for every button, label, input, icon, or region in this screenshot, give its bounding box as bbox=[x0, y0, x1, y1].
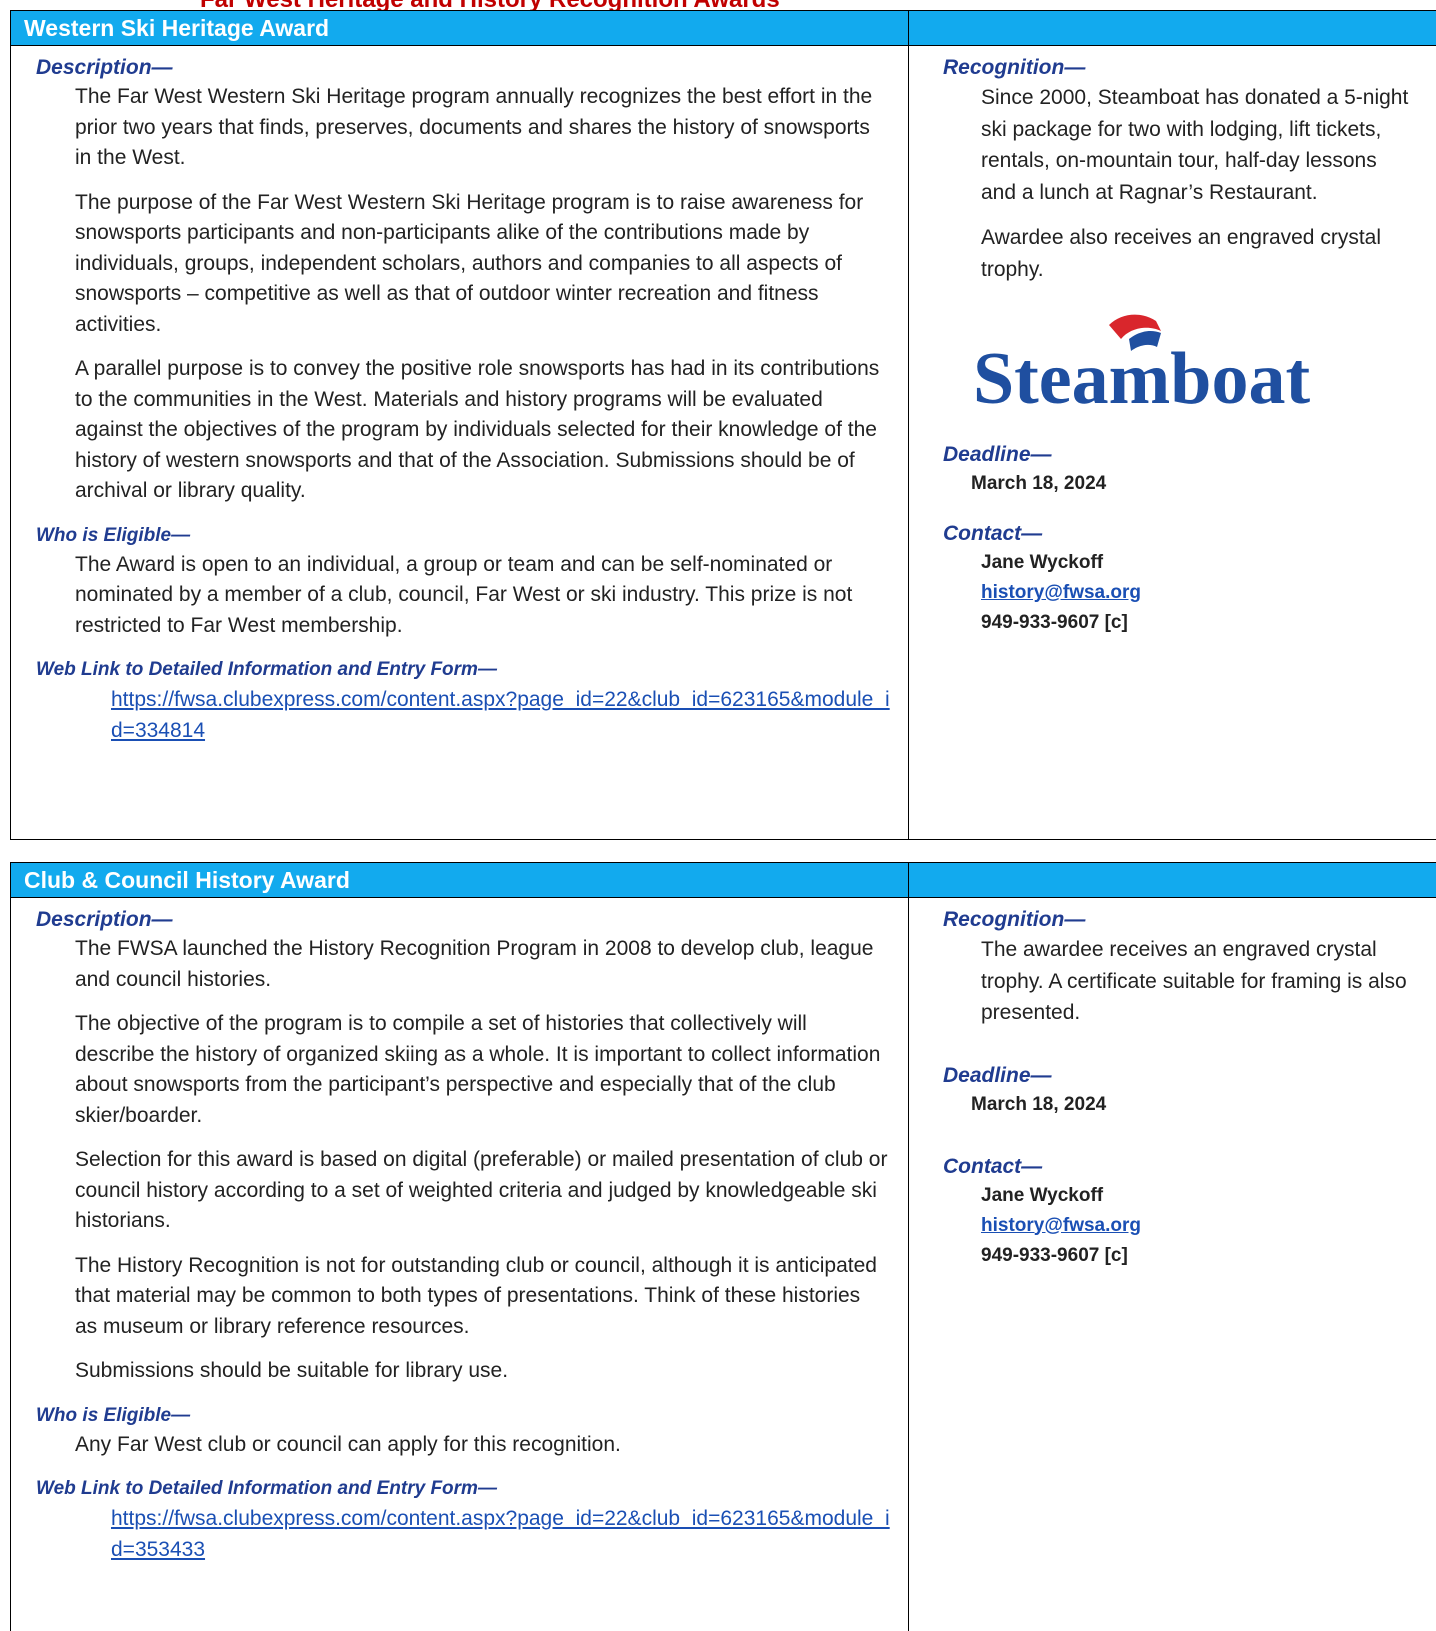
award-recognition-column: Recognition— The awardee receives an eng… bbox=[909, 898, 1436, 1631]
description-paragraph: The FWSA launched the History Recognitio… bbox=[75, 937, 874, 991]
entry-form-link[interactable]: https://fwsa.clubexpress.com/content.asp… bbox=[36, 1503, 891, 1565]
recognition-label: Recognition— bbox=[943, 908, 1086, 931]
contact-label: Contact— bbox=[943, 522, 1043, 545]
recognition-label: Recognition— bbox=[943, 56, 1086, 79]
weblink-label: Web Link to Detailed Information and Ent… bbox=[36, 1478, 497, 1499]
contact-phone: 949-933-9607 [c] bbox=[981, 1244, 1128, 1266]
contact-name: Jane Wyckoff bbox=[981, 552, 1104, 573]
contact-label: Contact— bbox=[943, 1154, 1043, 1178]
steamboat-logo: Steamboat bbox=[971, 305, 1436, 420]
eligible-label: Who is Eligible— bbox=[36, 524, 191, 546]
logo-wordmark: Steamboat bbox=[973, 338, 1310, 415]
description-label: Description— bbox=[36, 56, 173, 79]
description-paragraph: A parallel purpose is to convey the posi… bbox=[75, 357, 880, 502]
description-paragraph: The History Recognition is not for outst… bbox=[75, 1253, 877, 1338]
award-western-ski-heritage: Western Ski Heritage Award Description— … bbox=[10, 10, 1436, 840]
award-title: Western Ski Heritage Award bbox=[11, 11, 909, 45]
description-label: Description— bbox=[36, 908, 173, 931]
eligible-text: Any Far West club or council can apply f… bbox=[75, 1432, 621, 1456]
description-paragraph: The objective of the program is to compi… bbox=[75, 1012, 881, 1127]
eligible-label: Who is Eligible— bbox=[36, 1404, 191, 1426]
contact-phone: 949-933-9607 [c] bbox=[981, 612, 1128, 633]
contact-block: Jane Wyckoff history@fwsa.org 949-933-96… bbox=[943, 1181, 1436, 1271]
recognition-paragraph: The awardee receives an engraved crystal… bbox=[981, 938, 1407, 1024]
award-recognition-column: Recognition— Since 2000, Steamboat has d… bbox=[909, 46, 1436, 839]
description-paragraph: The Far West Western Ski Heritage progra… bbox=[75, 85, 873, 169]
award-header: Club & Council History Award bbox=[11, 863, 1436, 898]
description-paragraph: The purpose of the Far West Western Ski … bbox=[75, 190, 864, 336]
description-paragraph: Selection for this award is based on dig… bbox=[75, 1148, 888, 1232]
recognition-paragraph: Awardee also receives an engraved crysta… bbox=[981, 226, 1381, 281]
deadline-date: March 18, 2024 bbox=[971, 1093, 1107, 1115]
weblink-label: Web Link to Detailed Information and Ent… bbox=[36, 659, 497, 680]
award-club-council-history: Club & Council History Award Description… bbox=[10, 862, 1436, 1631]
award-title: Club & Council History Award bbox=[11, 863, 909, 897]
recognition-paragraph: Since 2000, Steamboat has donated a 5-ni… bbox=[981, 86, 1409, 204]
steamboat-logo-image: Steamboat bbox=[973, 314, 1310, 420]
eligible-text: The Award is open to an individual, a gr… bbox=[75, 552, 853, 637]
contact-name: Jane Wyckoff bbox=[981, 1184, 1104, 1206]
contact-email-link[interactable]: history@fwsa.org bbox=[981, 582, 1141, 603]
award-details-column: Description— The Far West Western Ski He… bbox=[11, 46, 909, 839]
deadline-label: Deadline— bbox=[943, 443, 1052, 466]
description-paragraph: Submissions should be suitable for libra… bbox=[75, 1359, 509, 1382]
contact-email-link[interactable]: history@fwsa.org bbox=[981, 1215, 1141, 1236]
contact-block: Jane Wyckoff history@fwsa.org 949-933-96… bbox=[943, 548, 1436, 638]
award-details-column: Description— The FWSA launched the Histo… bbox=[11, 898, 909, 1631]
deadline-label: Deadline— bbox=[943, 1063, 1052, 1087]
deadline-date: March 18, 2024 bbox=[971, 473, 1107, 494]
entry-form-link[interactable]: https://fwsa.clubexpress.com/content.asp… bbox=[36, 684, 891, 746]
award-header: Western Ski Heritage Award bbox=[11, 11, 1436, 46]
